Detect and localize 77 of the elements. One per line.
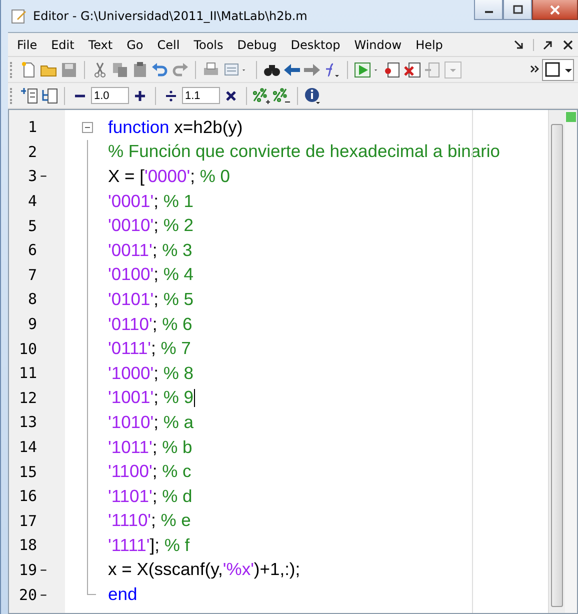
code-line: x = X(sscanf(y,'%x')+1,:); [107, 559, 300, 580]
line-number: 15 [18, 462, 37, 481]
info-icon[interactable] [304, 86, 322, 104]
line-number: 20 [18, 586, 37, 604]
line-number: 16 [18, 487, 37, 506]
code-line: '0011'; % 3 [107, 240, 192, 261]
divide-input-field[interactable]: 1.1 [182, 87, 220, 104]
dock-arrow-icon[interactable] [513, 38, 525, 50]
line-number: 5 [26, 216, 37, 235]
menu-item[interactable]: File [10, 38, 44, 52]
menu-item[interactable]: Help [408, 38, 450, 52]
line-number: 18 [18, 536, 37, 554]
code-line: '1110'; % e [107, 510, 191, 532]
line-number: 6 [26, 241, 37, 260]
executable-line-marker: – [40, 168, 47, 184]
function-icon[interactable] [323, 60, 341, 78]
line-number: 4 [26, 192, 37, 210]
code-line: '0001'; % 1 [107, 190, 194, 212]
line-number: 14 [18, 438, 37, 456]
line-number: 12 [18, 388, 37, 407]
code-line: '0101'; % 5 [107, 288, 194, 310]
code-line: '1111']; % f [107, 534, 190, 556]
menu-item[interactable]: Desktop [284, 38, 348, 52]
line-number: 7 [26, 266, 37, 284]
code-line: '0100'; % 4 [107, 264, 194, 286]
menu-item[interactable]: Text [81, 38, 120, 52]
copy-icon[interactable] [111, 60, 129, 78]
decrement-input-field[interactable]: 1.0 [91, 87, 129, 104]
code-line: '0111'; % 7 [107, 338, 191, 360]
menu-item[interactable]: Tools [186, 38, 230, 52]
code-line: '1001'; % 9 [107, 387, 195, 408]
line-number: 8 [26, 290, 37, 308]
paste-icon[interactable] [131, 60, 149, 78]
clear-breakpoint-icon[interactable] [404, 60, 422, 78]
document-icon[interactable] [222, 60, 240, 78]
line-number: 10 [18, 340, 37, 358]
line-number: 19 [18, 560, 37, 579]
window-title: Editor - G:\Universidad\2011_II\MatLab\h2b.m [33, 9, 308, 23]
executable-line-marker: – [40, 586, 47, 603]
code-line: '1000'; % 8 [107, 362, 194, 384]
executable-line-marker: – [40, 562, 47, 578]
percent-plus-icon[interactable] [253, 86, 271, 104]
menu-item[interactable]: Cell [150, 38, 187, 52]
breakpoint-icon[interactable] [384, 60, 402, 78]
line-number: 2 [26, 142, 37, 161]
menu-item[interactable]: Edit [44, 38, 82, 52]
line-number: 9 [26, 315, 37, 334]
code-line: end [107, 584, 138, 606]
code-line: '1101'; % d [107, 486, 192, 507]
undo-icon[interactable] [151, 60, 169, 78]
vertical-scrollbar[interactable] [548, 110, 565, 613]
code-line: function x=h2b(y) [107, 116, 243, 138]
insert-cell-icon[interactable] [20, 86, 38, 104]
code-line: '1011'; % b [107, 436, 192, 458]
code-line: '1100'; % c [107, 461, 192, 482]
code-line: '0010'; % 2 [107, 215, 194, 236]
collapse-fold-icon[interactable] [82, 122, 93, 133]
code-line: % Función que convierte de hexadecimal a binario [107, 141, 500, 162]
menu-item[interactable]: Go [120, 38, 150, 52]
percent-minus-icon[interactable] [273, 86, 291, 104]
menu-item[interactable]: Debug [230, 38, 284, 52]
maximize-icon[interactable] [512, 4, 522, 14]
run-icon[interactable] [354, 60, 372, 78]
line-number: 3 [26, 167, 37, 186]
undock-arrow-icon[interactable] [542, 38, 554, 50]
line-number: 17 [18, 512, 37, 530]
line-number: 1 [26, 118, 37, 136]
code-line: X = ['0000'; % 0 [107, 166, 230, 187]
menu-item[interactable]: Window [347, 38, 409, 52]
cell-tree-icon[interactable] [40, 86, 58, 104]
code-line: '1010'; % a [107, 412, 194, 433]
editor-app-icon [11, 8, 27, 24]
line-number: 11 [18, 364, 37, 382]
line-number: 13 [18, 413, 37, 432]
layout-dropdown[interactable] [542, 58, 574, 80]
close-icon[interactable] [562, 38, 574, 50]
code-line: '0110'; % 6 [107, 314, 192, 335]
